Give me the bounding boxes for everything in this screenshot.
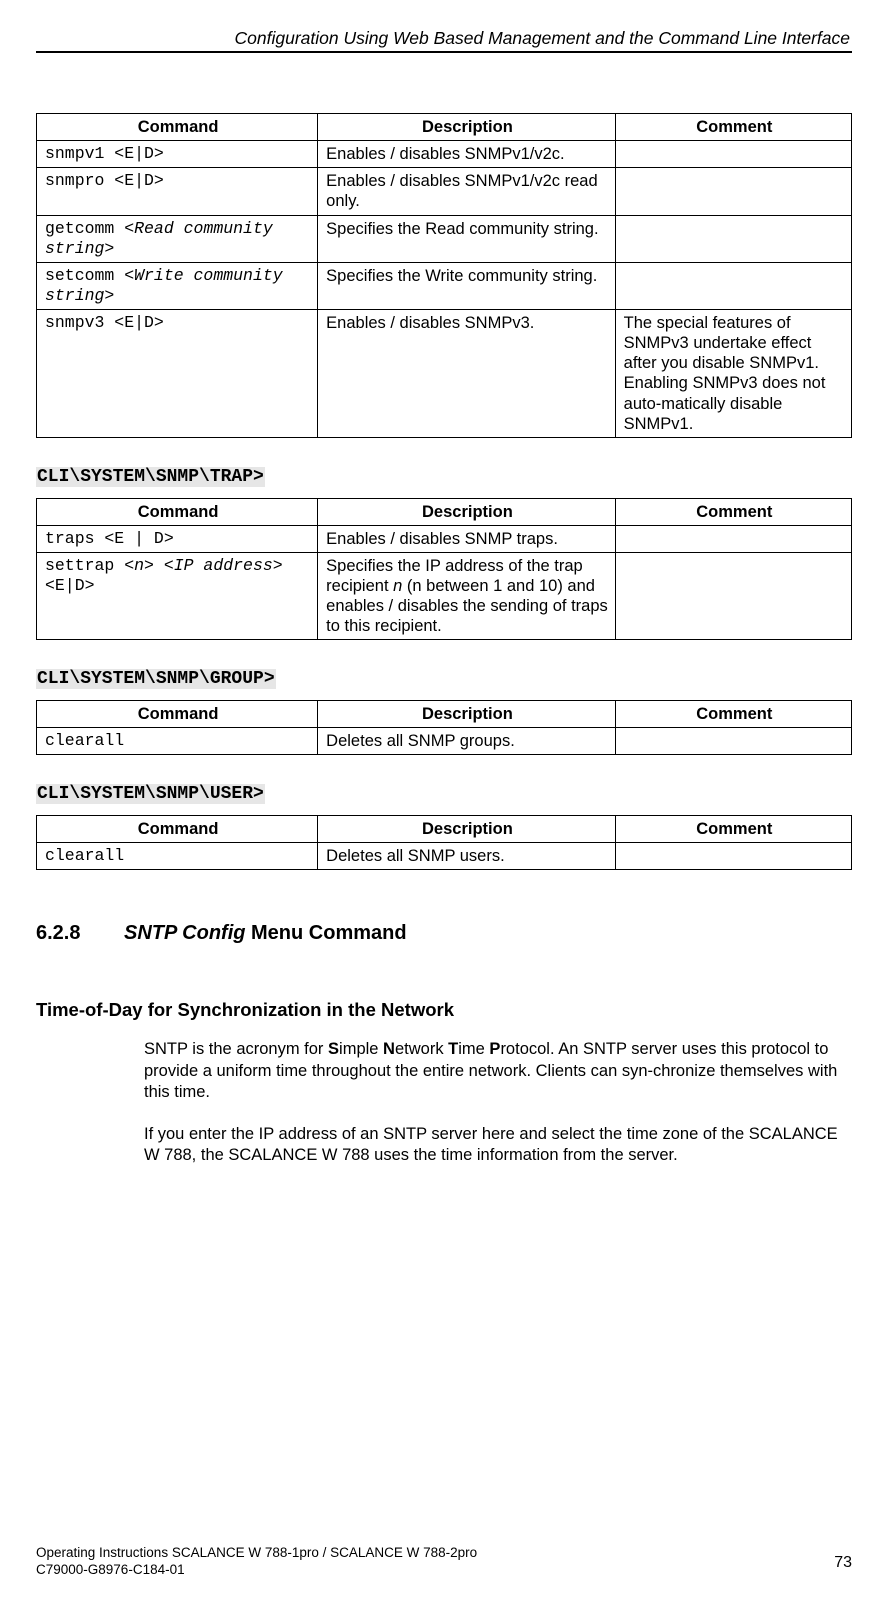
cli-path-trap: CLI\SYSTEM\SNMP\TRAP>: [36, 467, 265, 487]
command-cell: clearall: [37, 728, 318, 755]
comment-cell: [615, 215, 851, 262]
cli-path-group: CLI\SYSTEM\SNMP\GROUP>: [36, 669, 276, 689]
table-row: getcomm <Read community string> Specifie…: [37, 215, 852, 262]
table-row: snmpro <E|D> Enables / disables SNMPv1/v…: [37, 168, 852, 215]
col-description: Description: [318, 701, 615, 728]
col-description: Description: [318, 114, 615, 141]
table-row: snmpv3 <E|D> Enables / disables SNMPv3. …: [37, 310, 852, 438]
page-number: 73: [834, 1554, 852, 1572]
table-row: clearall Deletes all SNMP users.: [37, 843, 852, 870]
comment-cell: [615, 728, 851, 755]
cli-path-user: CLI\SYSTEM\SNMP\USER>: [36, 784, 265, 804]
col-command: Command: [37, 498, 318, 525]
command-cell: getcomm <Read community string>: [37, 215, 318, 262]
table-row: traps <E | D> Enables / disables SNMP tr…: [37, 525, 852, 552]
comment-cell: [615, 262, 851, 309]
description-cell: Enables / disables SNMPv1/v2c.: [318, 141, 615, 168]
table-row: clearall Deletes all SNMP groups.: [37, 728, 852, 755]
table-header-row: Command Description Comment: [37, 701, 852, 728]
table-row: snmpv1 <E|D> Enables / disables SNMPv1/v…: [37, 141, 852, 168]
running-header: Configuration Using Web Based Management…: [36, 28, 852, 49]
body-paragraph: SNTP is the acronym for Simple Network T…: [144, 1039, 844, 1103]
user-commands-table: Command Description Comment clearall Del…: [36, 815, 852, 870]
table-header-row: Command Description Comment: [37, 114, 852, 141]
col-command: Command: [37, 816, 318, 843]
col-comment: Comment: [615, 701, 851, 728]
section-heading-628: 6.2.8SNTP Config Menu Command: [36, 922, 852, 945]
description-cell: Enables / disables SNMPv1/v2c read only.: [318, 168, 615, 215]
command-cell: settrap <n> <IP address> <E|D>: [37, 552, 318, 640]
table-header-row: Command Description Comment: [37, 816, 852, 843]
description-cell: Specifies the IP address of the trap rec…: [318, 552, 615, 640]
col-command: Command: [37, 701, 318, 728]
table-row: settrap <n> <IP address> <E|D> Specifies…: [37, 552, 852, 640]
command-cell: snmpro <E|D>: [37, 168, 318, 215]
table-row: setcomm <Write community string> Specifi…: [37, 262, 852, 309]
description-cell: Deletes all SNMP users.: [318, 843, 615, 870]
table-header-row: Command Description Comment: [37, 498, 852, 525]
body-paragraph: If you enter the IP address of an SNTP s…: [144, 1124, 844, 1167]
trap-commands-table: Command Description Comment traps <E | D…: [36, 498, 852, 641]
comment-cell: The special features of SNMPv3 undertake…: [615, 310, 851, 438]
subsection-heading-tod: Time-of-Day for Synchronization in the N…: [36, 999, 852, 1021]
comment-cell: [615, 552, 851, 640]
page-footer: Operating Instructions SCALANCE W 788-1p…: [36, 1544, 852, 1579]
col-description: Description: [318, 498, 615, 525]
comment-cell: [615, 141, 851, 168]
comment-cell: [615, 168, 851, 215]
description-cell: Specifies the Read community string.: [318, 215, 615, 262]
command-cell: clearall: [37, 843, 318, 870]
description-cell: Deletes all SNMP groups.: [318, 728, 615, 755]
col-comment: Comment: [615, 114, 851, 141]
description-cell: Specifies the Write community string.: [318, 262, 615, 309]
description-cell: Enables / disables SNMPv3.: [318, 310, 615, 438]
comment-cell: [615, 843, 851, 870]
snmp-commands-table: Command Description Comment snmpv1 <E|D>…: [36, 113, 852, 438]
command-cell: snmpv1 <E|D>: [37, 141, 318, 168]
section-title-rest: Menu Command: [245, 922, 406, 944]
section-number: 6.2.8: [36, 922, 124, 945]
command-cell: snmpv3 <E|D>: [37, 310, 318, 438]
col-comment: Comment: [615, 816, 851, 843]
group-commands-table: Command Description Comment clearall Del…: [36, 700, 852, 755]
section-title-italic: SNTP Config: [124, 922, 245, 944]
comment-cell: [615, 525, 851, 552]
header-rule: [36, 51, 852, 53]
col-command: Command: [37, 114, 318, 141]
command-cell: traps <E | D>: [37, 525, 318, 552]
footer-line2: C79000-G8976-C184-01: [36, 1561, 477, 1579]
col-comment: Comment: [615, 498, 851, 525]
description-cell: Enables / disables SNMP traps.: [318, 525, 615, 552]
footer-line1: Operating Instructions SCALANCE W 788-1p…: [36, 1544, 477, 1562]
col-description: Description: [318, 816, 615, 843]
command-cell: setcomm <Write community string>: [37, 262, 318, 309]
